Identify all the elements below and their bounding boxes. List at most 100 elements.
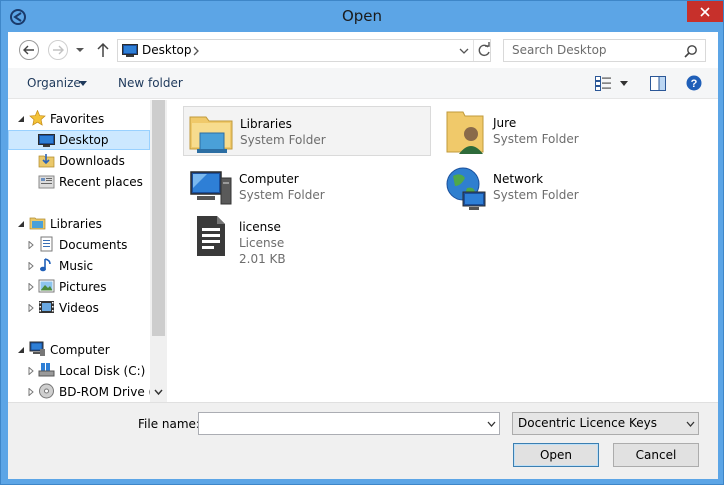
chevron-down-icon[interactable] — [487, 421, 496, 427]
file-name: Computer — [239, 172, 299, 186]
address-row: Desktop Search Desktop — [8, 32, 718, 68]
chevron-down-icon[interactable] — [686, 421, 695, 427]
collapsed-arrow-icon[interactable] — [27, 367, 35, 375]
nav-item-music[interactable]: Music — [8, 256, 150, 276]
chevron-right-icon[interactable] — [192, 45, 200, 57]
nav-label: Local Disk (C:) — [59, 364, 146, 378]
nav-item-downloads[interactable]: Downloads — [8, 151, 150, 171]
file-type: License — [239, 236, 285, 250]
nav-item-local-disk[interactable]: Local Disk (C:) — [8, 361, 150, 381]
computer-large-icon — [190, 171, 232, 205]
up-arrow-icon[interactable] — [96, 41, 110, 59]
file-type: System Folder — [240, 133, 326, 147]
close-button[interactable] — [687, 1, 723, 22]
address-location[interactable]: Desktop — [142, 43, 192, 57]
chevron-down-icon[interactable] — [458, 44, 470, 58]
nav-label: Recent places — [59, 175, 143, 189]
nav-label: Music — [59, 259, 94, 273]
close-icon — [700, 6, 710, 17]
nav-item-documents[interactable]: Documents — [8, 235, 150, 255]
new-folder-button[interactable]: New folder — [118, 76, 183, 90]
file-type: System Folder — [493, 132, 579, 146]
expanded-arrow-icon[interactable] — [17, 220, 25, 228]
file-item-license[interactable]: license License 2.01 KB — [183, 210, 431, 272]
organize-dropdown-icon[interactable] — [79, 81, 87, 86]
search-icon[interactable] — [684, 44, 698, 58]
refresh-icon[interactable] — [476, 42, 492, 59]
nav-item-recent-places[interactable]: Recent places — [8, 172, 150, 192]
file-item-jure[interactable]: Jure System Folder — [437, 106, 685, 156]
nav-label: BD-ROM Drive (D — [59, 385, 150, 399]
libraries-icon — [29, 217, 46, 230]
file-name: Jure — [493, 116, 517, 130]
nav-item-bd-rom[interactable]: BD-ROM Drive (D — [8, 382, 150, 402]
file-item-libraries[interactable]: Libraries System Folder — [183, 106, 431, 156]
forward-arrow-icon — [53, 45, 64, 55]
music-icon — [40, 258, 51, 272]
nav-label: Libraries — [50, 217, 102, 231]
change-view-icon[interactable] — [595, 76, 611, 91]
videos-icon — [39, 301, 54, 313]
collapsed-arrow-icon[interactable] — [27, 262, 35, 270]
file-item-network[interactable]: Network System Folder — [437, 162, 685, 212]
scroll-down-icon[interactable] — [154, 388, 163, 397]
file-name: license — [239, 220, 281, 234]
preview-pane-icon[interactable] — [650, 76, 666, 91]
nav-item-pictures[interactable]: Pictures — [8, 277, 150, 297]
collapsed-arrow-icon[interactable] — [27, 388, 35, 396]
nav-label: Documents — [59, 238, 128, 252]
cancel-button[interactable]: Cancel — [613, 443, 699, 467]
desktop-icon — [122, 44, 138, 57]
search-box[interactable]: Search Desktop — [503, 39, 706, 62]
expanded-arrow-icon[interactable] — [17, 346, 25, 354]
file-name: Network — [493, 172, 544, 186]
open-button[interactable]: Open — [513, 443, 599, 467]
local-disk-icon — [38, 363, 55, 377]
back-button[interactable] — [19, 40, 39, 60]
nav-label: Computer — [50, 343, 110, 357]
collapsed-arrow-icon[interactable] — [27, 241, 35, 249]
file-type-value[interactable]: Docentric Licence Keys — [518, 416, 657, 430]
file-item-computer[interactable]: Computer System Folder — [183, 162, 431, 212]
nav-label: Videos — [59, 301, 99, 315]
navigation-scrollbar[interactable] — [150, 100, 167, 402]
collapsed-arrow-icon[interactable] — [27, 304, 35, 312]
file-type-select[interactable]: Docentric Licence Keys — [512, 412, 699, 435]
desktop-icon — [38, 134, 55, 147]
nav-item-favorites[interactable]: Favorites — [8, 109, 150, 129]
documents-icon — [40, 236, 53, 252]
organize-button[interactable]: Organize — [27, 76, 81, 90]
recent-locations-dropdown-icon[interactable] — [74, 44, 86, 56]
document-icon — [197, 216, 225, 256]
pictures-icon — [38, 279, 55, 293]
address-bar[interactable]: Desktop — [117, 39, 491, 62]
nav-label: Desktop — [59, 133, 109, 147]
dialog-client: Desktop Search Desktop Organize New fold… — [8, 32, 718, 479]
file-name: Libraries — [240, 117, 292, 131]
title-bar[interactable]: Open — [1, 1, 723, 32]
nav-item-computer[interactable]: Computer — [8, 340, 150, 360]
cancel-button-label: Cancel — [635, 448, 677, 462]
computer-icon — [29, 341, 45, 356]
expanded-arrow-icon[interactable] — [17, 115, 25, 123]
svg-text:?: ? — [691, 78, 698, 90]
nav-item-videos[interactable]: Videos — [8, 298, 150, 318]
libraries-folder-icon — [189, 116, 233, 153]
dialog-footer: File name: Docentric Licence Keys Open C… — [8, 402, 718, 479]
view-dropdown-icon[interactable] — [620, 81, 628, 86]
nav-item-desktop[interactable]: Desktop — [8, 130, 150, 150]
scrollbar-thumb[interactable] — [152, 100, 165, 336]
search-placeholder[interactable]: Search Desktop — [512, 43, 607, 57]
file-type: System Folder — [493, 188, 579, 202]
file-type: System Folder — [239, 188, 325, 202]
forward-button[interactable] — [48, 40, 68, 60]
help-icon[interactable]: ? — [686, 75, 702, 91]
collapsed-arrow-icon[interactable] — [27, 283, 35, 291]
bd-rom-icon — [39, 383, 54, 399]
file-name-input[interactable] — [198, 412, 500, 435]
nav-item-libraries[interactable]: Libraries — [8, 214, 150, 234]
open-dialog: Open Desktop Search Desktop Organize New… — [0, 0, 724, 485]
file-list[interactable]: Libraries System Folder Jure System Fold… — [167, 100, 718, 402]
navigation-pane[interactable]: Favorites Desktop Downloads Recent place… — [8, 100, 150, 402]
nav-label: Downloads — [59, 154, 125, 168]
